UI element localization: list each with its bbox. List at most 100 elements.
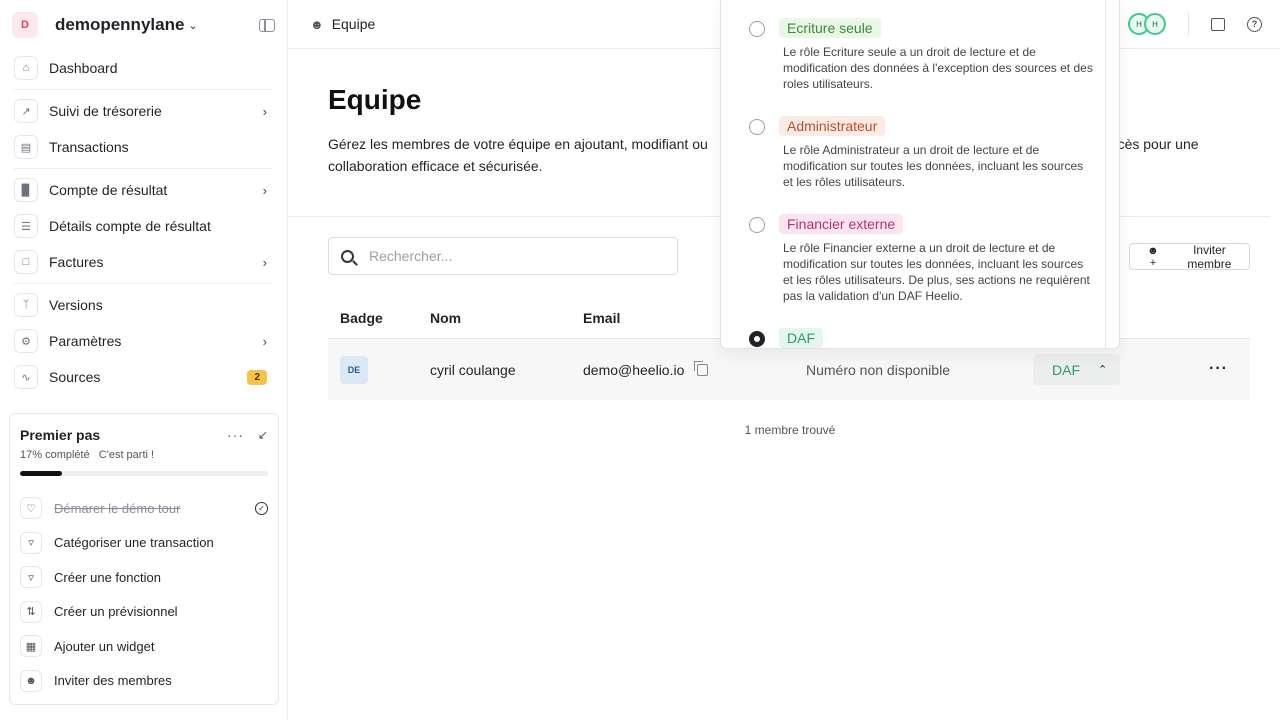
role-select[interactable]: DAF ⌃ — [1033, 354, 1120, 385]
sidebar-item-label: Paramètres — [49, 333, 122, 349]
radio-administrateur[interactable] — [749, 119, 765, 135]
tag-icon: ▿ — [20, 531, 42, 554]
onboarding-progress-text: 17% complété — [20, 449, 90, 461]
chat-icon[interactable] — [1211, 17, 1225, 31]
list-icon: ☰ — [14, 214, 38, 238]
page-title: Equipe — [328, 84, 422, 115]
member-email: demo@heelio.io — [583, 362, 685, 378]
sidebar-item-details-compte[interactable]: ☰ Détails compte de résultat — [10, 208, 277, 244]
card-icon: ▤ — [14, 135, 38, 159]
check-circle-icon: ✓ — [255, 501, 268, 515]
sources-count-badge: 2 — [247, 369, 267, 385]
chart-line-icon: ↗ — [14, 99, 38, 123]
members-found-count: 1 membre trouvé — [744, 423, 836, 437]
sliders-icon: ⇅ — [20, 600, 42, 623]
user-plus-icon: ☻+ — [1147, 244, 1159, 269]
chevron-right-icon: › — [262, 103, 267, 119]
sidebar-collapse-icon[interactable] — [259, 18, 275, 32]
onboarding-item-label: Ajouter un widget — [54, 638, 155, 654]
onboarding-item-label: Catégoriser une transaction — [54, 535, 214, 551]
onboarding-item-demo-tour[interactable]: ♡ Démarer le démo tour ✓ — [20, 491, 268, 526]
role-tag: Ecriture seule — [779, 18, 881, 38]
sidebar: D demopennylane ⌄ ⌂ Dashboard ↗ Suivi de… — [0, 0, 288, 720]
row-actions-icon[interactable]: ··· — [1209, 360, 1228, 378]
invite-member-label: Inviter membre — [1187, 242, 1232, 271]
workspace-switcher[interactable]: D demopennylane ⌄ — [0, 0, 287, 50]
document-icon: □ — [14, 250, 38, 274]
users-icon: ☻ — [20, 669, 42, 692]
role-dropdown: Ecriture seule Le rôle Ecriture seule a … — [720, 0, 1120, 349]
member-badge: DE — [340, 356, 368, 384]
column-header-name[interactable]: Nom — [430, 310, 461, 326]
onboarding-item-previsionnel[interactable]: ⇅ Créer un prévisionnel — [20, 595, 268, 630]
divider — [1188, 12, 1189, 36]
invite-member-button[interactable]: ☻+ Inviter membre — [1129, 242, 1250, 271]
onboarding-item-widget[interactable]: ▦ Ajouter un widget — [20, 629, 268, 664]
onboarding-progress-sub: C'est parti ! — [98, 449, 155, 461]
sidebar-item-label: Factures — [49, 254, 104, 270]
onboarding-card: Premier pas ··· ↙ 17% complété C'est par… — [9, 413, 279, 705]
role-description: Le rôle Administrateur a un droit de lec… — [783, 143, 1084, 189]
search-icon — [341, 249, 354, 263]
sidebar-item-label: Détails compte de résultat — [49, 218, 211, 234]
breadcrumb-title: Equipe — [331, 16, 376, 32]
avatar[interactable]: H — [1144, 13, 1166, 35]
role-tag: Administrateur — [779, 116, 886, 136]
chevron-right-icon: › — [262, 182, 267, 198]
grid-icon: ▦ — [20, 635, 42, 658]
sidebar-item-label: Transactions — [49, 139, 129, 155]
member-name: cyril coulange — [430, 362, 516, 378]
role-tag: DAF — [779, 328, 823, 348]
sidebar-item-dashboard[interactable]: ⌂ Dashboard — [10, 50, 277, 86]
sidebar-nav: ⌂ Dashboard ↗ Suivi de trésorerie › ▤ Tr… — [0, 50, 287, 395]
handshake-icon: ♡ — [20, 497, 42, 520]
role-description: Le rôle Financier externe a un droit de … — [783, 241, 1090, 303]
radio-ecriture[interactable] — [749, 21, 765, 37]
sidebar-item-transactions[interactable]: ▤ Transactions — [10, 129, 277, 165]
divider — [14, 283, 273, 284]
divider — [14, 168, 273, 169]
radio-daf[interactable] — [749, 331, 765, 347]
sidebar-item-label: Sources — [49, 369, 101, 385]
onboarding-item-inviter[interactable]: ☻ Inviter des membres — [20, 664, 268, 699]
scrollbar-track[interactable] — [1105, 0, 1106, 348]
role-select-value: DAF — [1052, 361, 1080, 378]
chevron-right-icon: › — [262, 333, 267, 349]
plug-icon: ∿ — [14, 365, 38, 389]
user-icon: ☻ — [310, 16, 324, 32]
sidebar-item-versions[interactable]: ᛉ Versions — [10, 287, 277, 323]
home-icon: ⌂ — [14, 56, 38, 80]
tags-icon: ▿ — [20, 566, 42, 589]
sidebar-item-factures[interactable]: □ Factures › — [10, 244, 277, 280]
branch-icon: ᛉ — [14, 293, 38, 317]
copy-icon[interactable] — [694, 361, 708, 376]
page-description-c: collaboration efficace et sécurisée. — [328, 158, 543, 174]
bar-chart-icon: ▉ — [14, 178, 38, 202]
divider — [14, 89, 273, 90]
search-box[interactable] — [328, 237, 678, 275]
role-tag: Financier externe — [779, 214, 904, 234]
sidebar-item-label: Dashboard — [49, 60, 118, 76]
chevron-right-icon: › — [262, 254, 267, 270]
page-description-a: Gérez les membres de votre équipe en ajo… — [328, 136, 708, 152]
onboarding-item-categoriser[interactable]: ▿ Catégoriser une transaction — [20, 526, 268, 561]
onboarding-item-label: Démarer le démo tour — [54, 500, 181, 516]
sidebar-item-tresorerie[interactable]: ↗ Suivi de trésorerie › — [10, 93, 277, 129]
presence-avatars[interactable]: H H — [1128, 13, 1166, 35]
sidebar-item-label: Versions — [49, 297, 103, 313]
onboarding-item-fonction[interactable]: ▿ Créer une fonction — [20, 560, 268, 595]
chevron-down-icon[interactable]: ⌄ — [188, 19, 197, 32]
column-header-email[interactable]: Email — [583, 310, 620, 326]
sidebar-item-sources[interactable]: ∿ Sources 2 — [10, 359, 277, 395]
search-input[interactable] — [369, 248, 669, 264]
sidebar-item-parametres[interactable]: ⚙ Paramètres › — [10, 323, 277, 359]
radio-financier[interactable] — [749, 217, 765, 233]
chevron-up-icon: ⌃ — [1098, 364, 1108, 376]
onboarding-progress-fill — [20, 471, 63, 476]
column-header-badge[interactable]: Badge — [340, 310, 383, 326]
sidebar-item-label: Compte de résultat — [49, 182, 168, 198]
workspace-name[interactable]: demopennylane — [55, 15, 184, 35]
role-description: Le rôle Ecriture seule a un droit de lec… — [783, 45, 1093, 91]
help-icon[interactable]: ? — [1247, 16, 1262, 32]
sidebar-item-compte-resultat[interactable]: ▉ Compte de résultat › — [10, 172, 277, 208]
